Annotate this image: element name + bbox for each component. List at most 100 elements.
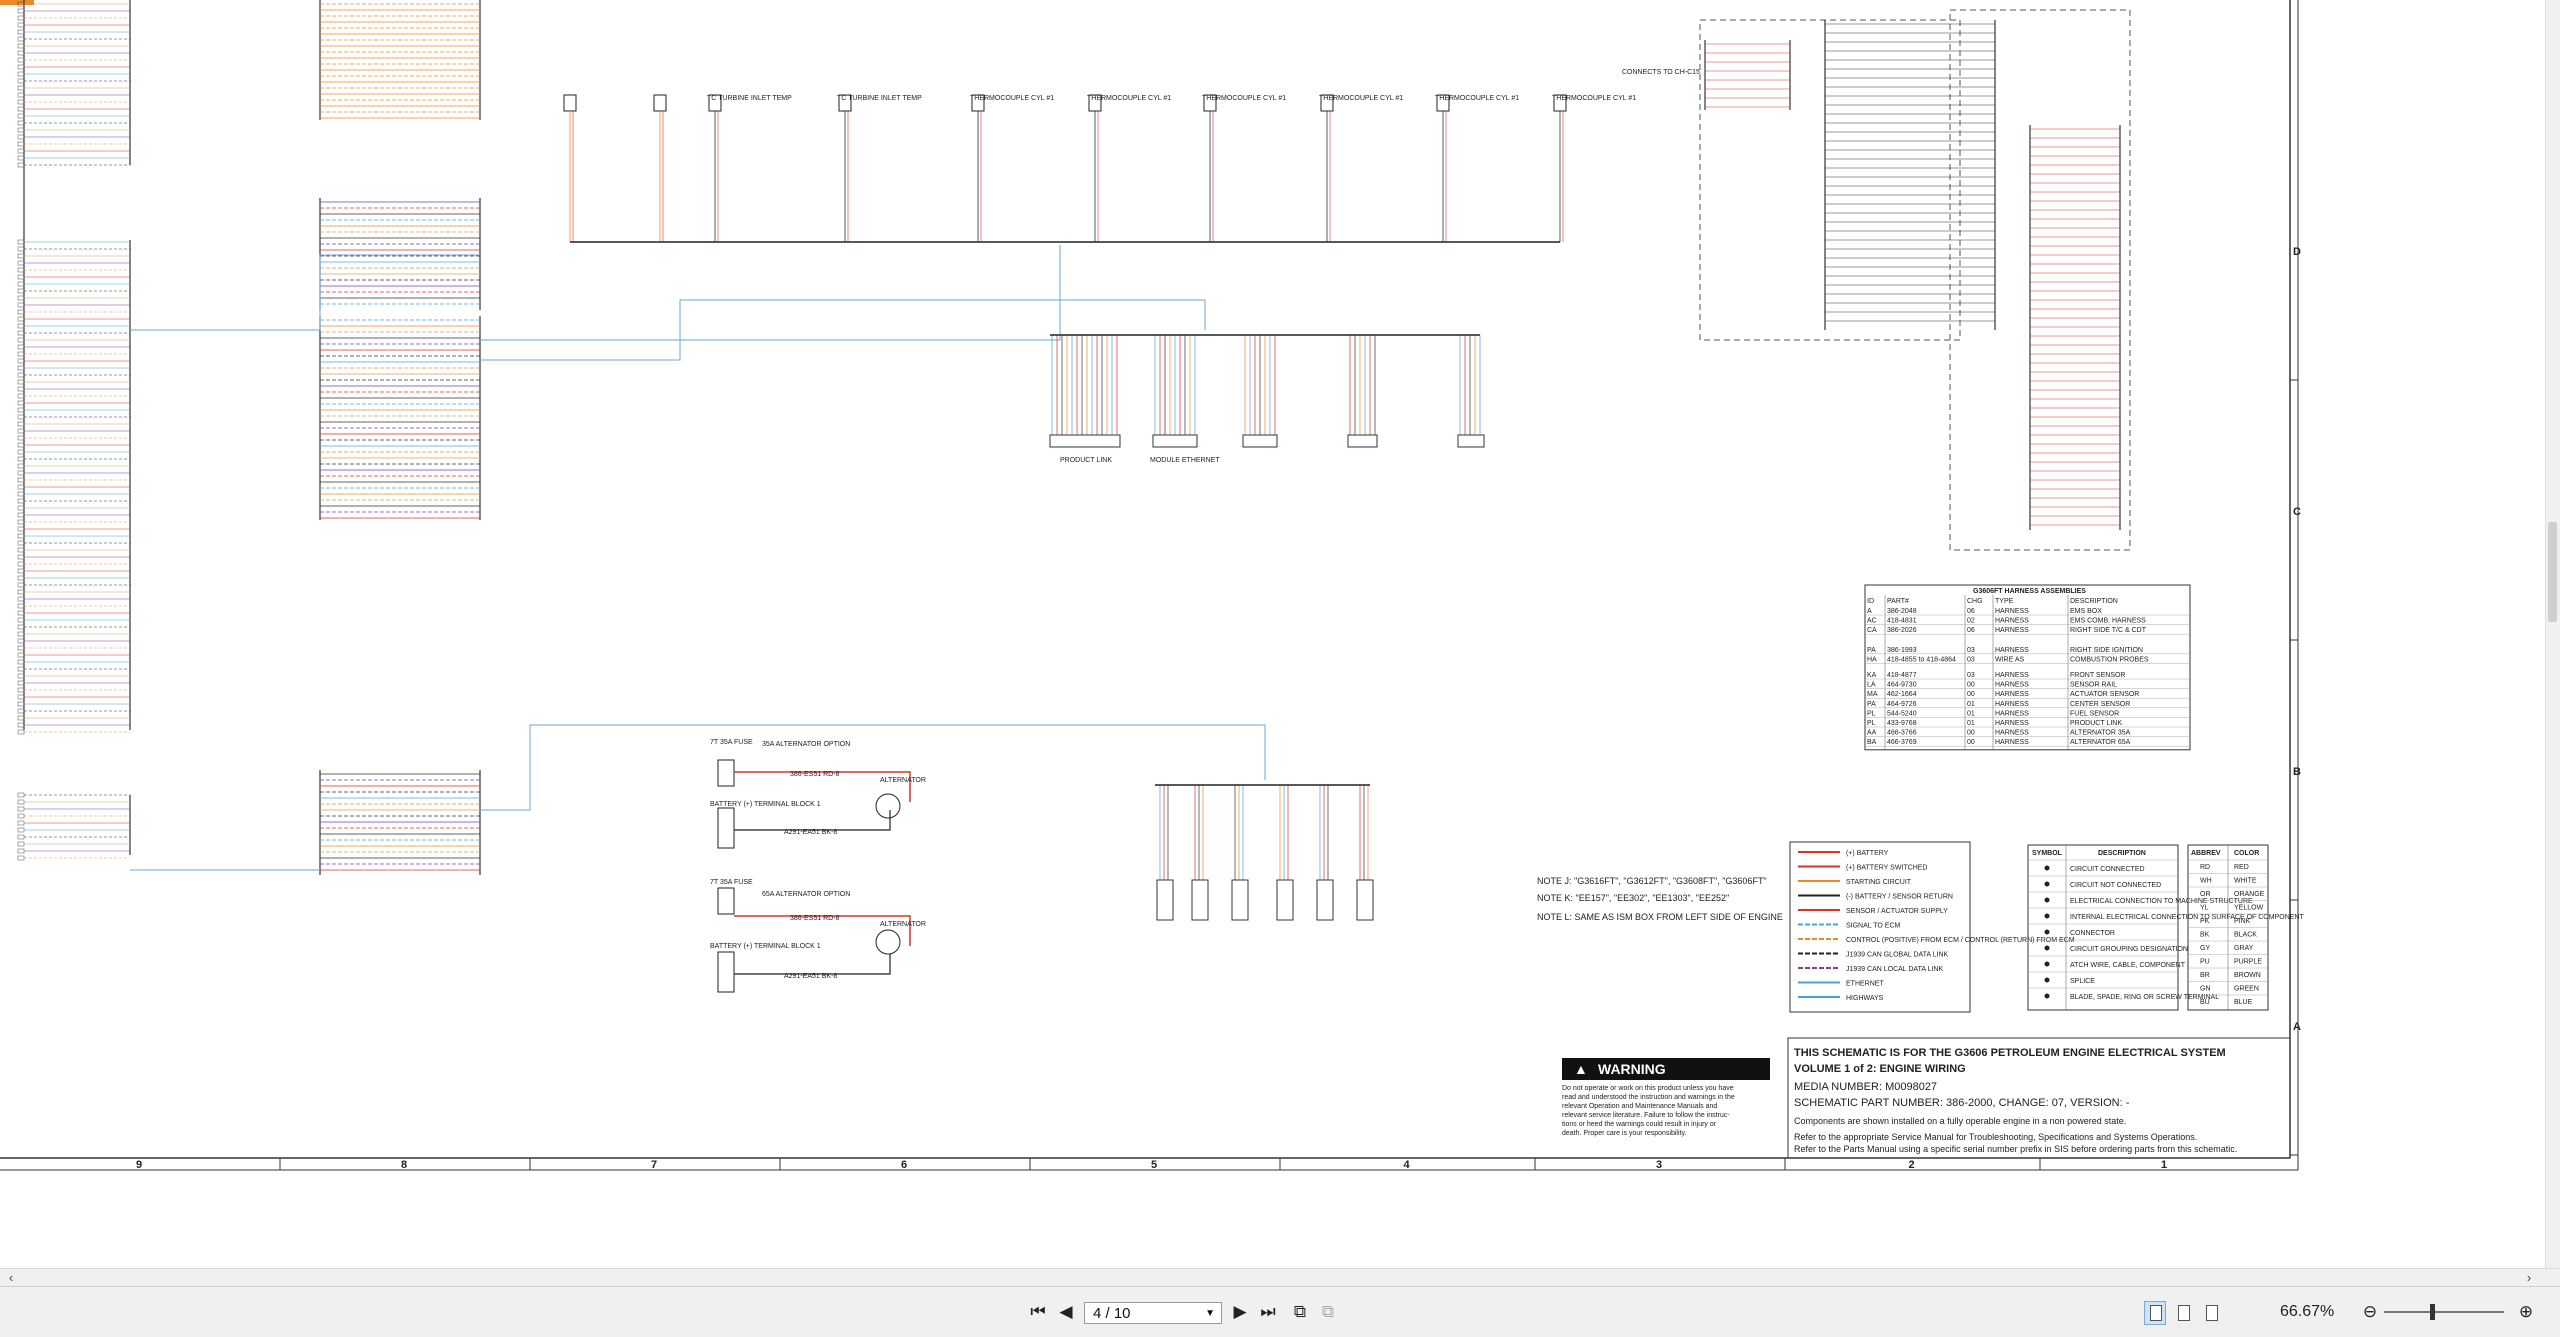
first-page-icon[interactable]: ⏮: [1028, 1299, 1048, 1325]
zone-col-label: 8: [401, 1159, 407, 1171]
left-strip-pin: [17, 85, 25, 91]
color-abbrev-table: ABBREV COLOR RD RED WH WHITE OR ORANGE YL YELLOW P…: [2187, 844, 2269, 1011]
left-strip-pin: [17, 491, 25, 497]
tc-label: THERMOCOUPLE CYL #1: [970, 95, 1054, 102]
page-number-input[interactable]: 4 / 10 ▼: [1084, 1302, 1222, 1324]
zoom-slider-handle[interactable]: [2430, 1304, 2435, 1320]
continuous-view-icon[interactable]: [2172, 1301, 2194, 1325]
zone-col-label: 5: [1151, 1159, 1157, 1171]
warning-box: ▲ WARNING Do not operate or work on this…: [1562, 1058, 1770, 1137]
alt35-option-label: 35A ALTERNATOR OPTION: [762, 741, 850, 748]
symbol-legend-glyph: [2044, 897, 2050, 903]
title-line-1: THIS SCHEMATIC IS FOR THE G3606 PETROLEU…: [1794, 1047, 2226, 1059]
harness-table-cell: HARNESS: [1995, 647, 2029, 654]
battery-label-1: BATTERY (+) TERMINAL BLOCK 1: [710, 801, 821, 808]
chevron-right-icon[interactable]: ›: [2520, 1269, 2538, 1287]
symbol-legend-glyph: [2044, 865, 2050, 871]
left-strip-pin: [17, 421, 25, 427]
color-legend-name: YELLOW: [2234, 905, 2264, 912]
zoom-out-icon[interactable]: ⊖: [2360, 1299, 2380, 1325]
chevron-left-icon[interactable]: ‹: [2, 1269, 20, 1287]
harness-table-cell: PA: [1867, 647, 1876, 654]
harness-table-cell: 06: [1967, 608, 1975, 615]
left-strip-pin: [17, 484, 25, 490]
left-strip-pin: [17, 792, 25, 798]
left-strip-pin: [17, 589, 25, 595]
left-strip-pin: [17, 365, 25, 371]
left-strip-pin: [17, 288, 25, 294]
chevron-down-icon[interactable]: ▼: [1205, 1303, 1215, 1325]
harness-table-cell: MA: [1867, 691, 1878, 698]
left-strip-pin: [17, 8, 25, 14]
harness-table-cell: PL: [1867, 720, 1876, 727]
note-j: NOTE J: "G3616FT", "G3612FT", "G3608FT",…: [1537, 876, 1767, 886]
product-link-bundle: [1049, 335, 1485, 448]
product-link-label: PRODUCT LINK: [1060, 457, 1112, 464]
warning-text-2: read and understood the instruction and …: [1562, 1094, 1735, 1101]
left-strip-pin: [17, 729, 25, 735]
harness-table-cell: 418-4855 to 418-4864: [1887, 656, 1956, 663]
wire-386-label-2: 386-ES51 RD-8: [790, 915, 840, 922]
left-strip-pin: [17, 498, 25, 504]
left-strip-pin: [17, 351, 25, 357]
left-strip-pin: [17, 29, 25, 35]
harness-table-cell: HARNESS: [1995, 710, 2029, 717]
zoom-slider-track[interactable]: [2384, 1311, 2504, 1313]
left-strip-pin: [17, 603, 25, 609]
left-strip-pin: [17, 666, 25, 672]
vertical-scrollbar[interactable]: [2545, 0, 2560, 1268]
symbol-legend-glyph: [2044, 977, 2050, 983]
fuse-label-1: 7T 35A FUSE: [710, 739, 753, 746]
prev-page-icon[interactable]: ◀: [1056, 1299, 1076, 1325]
facing-view-icon[interactable]: [2200, 1301, 2222, 1325]
harness-table-cell: 418-4831: [1887, 618, 1917, 625]
title-line-4: SCHEMATIC PART NUMBER: 386-2000, CHANGE:…: [1794, 1097, 2130, 1109]
left-strip-pin: [17, 799, 25, 805]
alternator-icon-1: [875, 793, 901, 819]
harness-table-cell: KA: [1867, 672, 1877, 679]
fit-width-icon[interactable]: ⧉: [1318, 1299, 1338, 1325]
left-strip-pin: [17, 687, 25, 693]
left-strip-pin: [17, 113, 25, 119]
route-5: [480, 724, 1266, 811]
harness-table-cell: LA: [1867, 682, 1876, 689]
mid-bundle-connector: [1457, 434, 1485, 448]
alt-label-2: ALTERNATOR: [880, 921, 926, 928]
left-strip-pin: [17, 267, 25, 273]
left-strip-pin: [17, 274, 25, 280]
line-legend-label: STARTING CIRCUIT: [1846, 879, 1912, 886]
vertical-scrollbar-thumb[interactable]: [2548, 522, 2557, 622]
last-page-icon[interactable]: ⏭: [1258, 1299, 1278, 1325]
line-legend-label: ETHERNET: [1846, 981, 1884, 988]
harness-table-cell: 01: [1967, 720, 1975, 727]
left-strip-pin: [17, 78, 25, 84]
left-strip-pin: [17, 694, 25, 700]
color-legend-abbrev: GY: [2200, 945, 2210, 952]
harness-table-cell: 462-1664: [1887, 691, 1917, 698]
harness-table-cell: HARNESS: [1995, 720, 2029, 727]
left-strip-pin: [17, 540, 25, 546]
zoom-in-icon[interactable]: ⊕: [2516, 1299, 2536, 1325]
left-strip-pin: [17, 260, 25, 266]
tc-label: THERMOCOUPLE CYL #1: [1087, 95, 1171, 102]
harness-table-cell: 466-3766: [1887, 730, 1917, 737]
left-strip-pin: [17, 316, 25, 322]
harness-table-cell: CA: [1867, 627, 1877, 634]
symbol-legend-label: ATCH WIRE, CABLE, COMPONENT: [2070, 962, 2186, 969]
symbol-legend-glyph: [2044, 881, 2050, 887]
fit-page-icon[interactable]: ⧉: [1290, 1299, 1310, 1325]
line-legend-label: HIGHWAYS: [1846, 995, 1884, 1002]
left-strip-pin: [17, 106, 25, 112]
harness-table-cell: 00: [1967, 730, 1975, 737]
harness-table-cell: 00: [1967, 739, 1975, 746]
battery-label-2: BATTERY (+) TERMINAL BLOCK 1: [710, 943, 821, 950]
harness-table-cell: 02: [1967, 618, 1975, 625]
left-strip-pin: [17, 813, 25, 819]
note-k: NOTE K: "EE157", "EE302", "EE1303", "EE2…: [1537, 893, 1729, 903]
tc-label: THERMOCOUPLE CYL #1: [1435, 95, 1519, 102]
next-page-icon[interactable]: ▶: [1230, 1299, 1250, 1325]
left-strip-pin: [17, 659, 25, 665]
zoom-level[interactable]: 66.67%: [2280, 1299, 2334, 1325]
single-page-view-icon[interactable]: [2144, 1301, 2166, 1325]
horizontal-scrollbar[interactable]: ‹ ›: [0, 1268, 2560, 1287]
